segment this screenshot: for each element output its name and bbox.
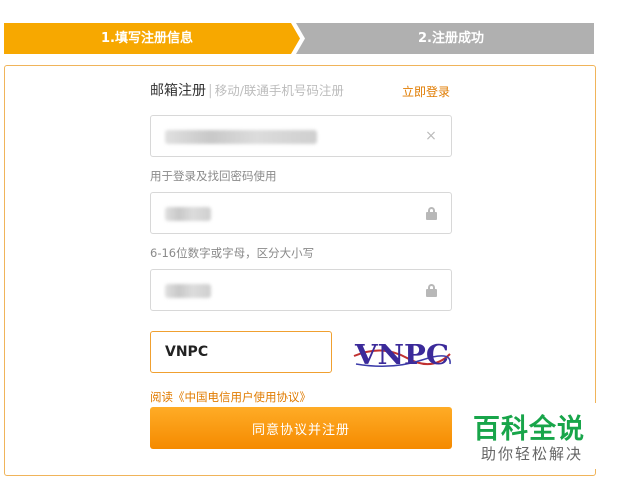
login-now-link[interactable]: 立即登录	[402, 83, 450, 100]
confirm-password-field[interactable]	[150, 269, 452, 311]
tab-email-register[interactable]: 邮箱注册	[150, 83, 206, 99]
step-fill-info: 1.填写注册信息	[4, 23, 300, 54]
email-hint: 用于登录及找回密码使用	[150, 169, 277, 183]
confirm-password-value-obscured	[165, 284, 211, 298]
email-field[interactable]: ×	[150, 115, 452, 157]
step-register-success: 2.注册成功	[296, 23, 594, 54]
agree-and-register-button[interactable]: 同意协议并注册	[150, 407, 452, 449]
tab-phone-register[interactable]: 移动/联通手机号码注册	[215, 83, 344, 98]
lock-icon	[426, 207, 437, 220]
close-icon[interactable]: ×	[423, 128, 439, 144]
user-agreement-link[interactable]: 《中国电信用户使用协议》	[173, 390, 311, 404]
captcha-image[interactable]: VNPC	[352, 334, 452, 372]
password-hint: 6-16位数字或字母，区分大小写	[150, 246, 315, 260]
captcha-input[interactable]	[150, 331, 332, 373]
captcha-text: VNPC	[354, 340, 449, 371]
password-field[interactable]	[150, 192, 452, 234]
password-value-obscured	[165, 207, 211, 221]
registration-tabs: 邮箱注册 | 移动/联通手机号码注册	[150, 81, 344, 101]
email-value-obscured	[165, 130, 317, 144]
watermark-subtitle: 助你轻松解决	[481, 445, 584, 463]
lock-icon	[426, 284, 437, 297]
watermark: 百科全说 助你轻松解决	[458, 403, 608, 469]
tab-separator: |	[208, 83, 213, 99]
agreement-prefix: 阅读	[150, 390, 173, 404]
agreement-notice: 阅读《中国电信用户使用协议》	[150, 389, 311, 405]
watermark-title: 百科全说	[473, 414, 585, 445]
